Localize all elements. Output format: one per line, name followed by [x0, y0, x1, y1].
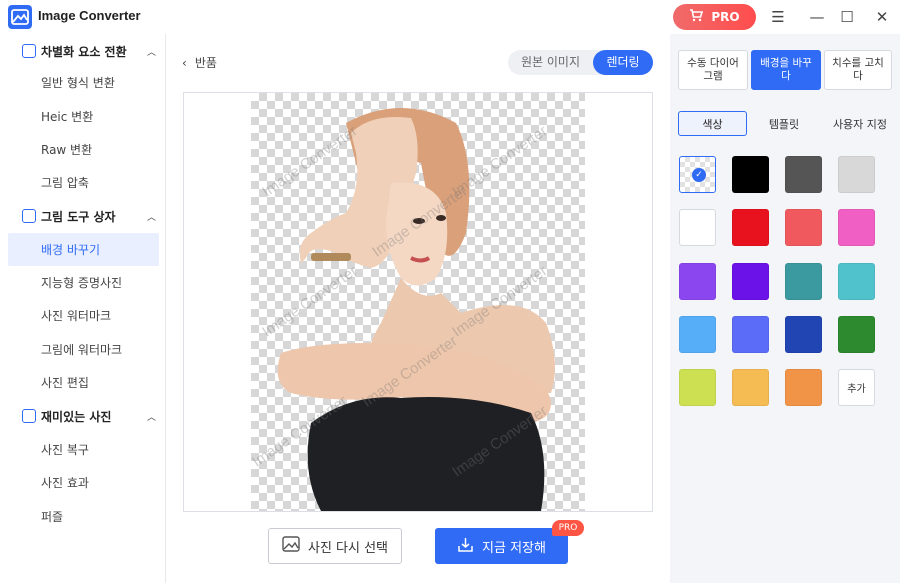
- sidebar-item-puzzle[interactable]: 퍼즐: [8, 500, 159, 533]
- sidebar-item-photo-effect[interactable]: 사진 효과: [8, 466, 159, 499]
- color-swatch[interactable]: [785, 369, 822, 406]
- sidebar-item-raw[interactable]: Raw 변환: [8, 133, 159, 166]
- mode-fix-size[interactable]: 치수를 고치다: [824, 50, 892, 90]
- view-toggle: 원본 이미지 렌더링: [508, 50, 653, 75]
- sidebar-section-convert[interactable]: 차별화 요소 전환 ︿: [0, 36, 166, 66]
- add-color-button[interactable]: 추가: [838, 369, 875, 406]
- color-swatch[interactable]: [838, 209, 875, 246]
- pro-badge: PRO: [552, 520, 584, 536]
- main-area: ‹ 반품 원본 이미지 렌더링 Image Converter Image Co…: [166, 34, 670, 583]
- color-swatch[interactable]: [732, 369, 769, 406]
- chevron-up-icon: ︿: [147, 412, 157, 423]
- reselect-label: 사진 다시 선택: [307, 540, 389, 556]
- color-swatch[interactable]: [732, 263, 769, 300]
- back-button[interactable]: ‹ 반품: [182, 54, 217, 71]
- preview-canvas[interactable]: Image Converter Image Converter Image Co…: [183, 92, 653, 512]
- color-swatch[interactable]: [679, 316, 716, 353]
- minimize-icon[interactable]: —: [807, 7, 827, 27]
- title-bar: Image Converter PRO ☰ — ☐ ✕: [0, 0, 900, 34]
- app-logo-icon: [8, 5, 32, 29]
- sidebar-item-compress[interactable]: 그림 압축: [8, 166, 159, 199]
- color-swatch[interactable]: [732, 156, 769, 193]
- close-icon[interactable]: ✕: [872, 7, 892, 27]
- sidebar-section-toolbox[interactable]: 그림 도구 상자 ︿: [0, 201, 166, 231]
- image-icon: [282, 536, 300, 556]
- background-options-panel: 수동 다이어그램 배경을 바꾸다 치수를 고치다 색상 템플릿 사용자 지정: [670, 34, 900, 583]
- cart-icon: [689, 9, 704, 25]
- sidebar: 차별화 요소 전환 ︿ 일반 형식 변환 Heic 변환 Raw 변환 그림 압…: [0, 34, 166, 583]
- sidebar-item-change-background[interactable]: 배경 바꾸기: [8, 233, 159, 266]
- sidebar-item-photo-restore[interactable]: 사진 복구: [8, 433, 159, 466]
- mode-manual-diagram[interactable]: 수동 다이어그램: [678, 50, 748, 90]
- save-label: 지금 저장해: [482, 540, 546, 556]
- color-swatch[interactable]: [679, 209, 716, 246]
- image-icon: [22, 409, 36, 423]
- sidebar-item-image-watermark[interactable]: 그림에 워터마크: [8, 333, 159, 366]
- color-swatch[interactable]: [785, 209, 822, 246]
- mode-change-background[interactable]: 배경을 바꾸다: [751, 50, 821, 90]
- save-now-button[interactable]: 지금 저장해: [435, 528, 568, 564]
- menu-icon[interactable]: ☰: [768, 7, 788, 27]
- toggle-original[interactable]: 원본 이미지: [508, 50, 593, 75]
- color-swatch[interactable]: [732, 209, 769, 246]
- pro-upgrade-button[interactable]: PRO: [673, 4, 756, 30]
- pro-label: PRO: [711, 10, 740, 24]
- tab-color[interactable]: 색상: [678, 111, 747, 136]
- color-swatch[interactable]: [838, 263, 875, 300]
- convert-icon: [22, 44, 36, 58]
- chevron-up-icon: ︿: [147, 212, 157, 223]
- reselect-photo-button[interactable]: 사진 다시 선택: [268, 528, 402, 564]
- tab-template[interactable]: 템플릿: [750, 111, 818, 136]
- toolbox-icon: [22, 209, 36, 223]
- back-label: 반품: [194, 56, 217, 70]
- checkmark-icon: ✓: [692, 168, 706, 182]
- color-swatch[interactable]: [785, 316, 822, 353]
- color-swatch[interactable]: ✓: [679, 156, 716, 193]
- section-title: 재미있는 사진: [41, 409, 112, 424]
- chevron-up-icon: ︿: [147, 47, 157, 58]
- app-window: Image Converter PRO ☰ — ☐ ✕ 차별화 요소 전환 ︿ …: [0, 0, 900, 583]
- section-title: 그림 도구 상자: [41, 209, 116, 224]
- tab-custom[interactable]: 사용자 지정: [822, 111, 898, 136]
- color-swatch[interactable]: [785, 156, 822, 193]
- sidebar-item-photo-edit[interactable]: 사진 편집: [8, 366, 159, 399]
- chevron-left-icon: ‹: [182, 55, 187, 70]
- color-swatch[interactable]: [679, 369, 716, 406]
- sidebar-item-general-convert[interactable]: 일반 형식 변환: [8, 66, 159, 99]
- color-swatch[interactable]: [679, 263, 716, 300]
- color-swatch[interactable]: [838, 156, 875, 193]
- app-title: Image Converter: [38, 8, 141, 23]
- sidebar-item-photo-watermark[interactable]: 사진 워터마크: [8, 299, 159, 332]
- section-title: 차별화 요소 전환: [41, 44, 127, 59]
- sidebar-section-fun[interactable]: 재미있는 사진 ︿: [0, 401, 166, 431]
- color-swatch[interactable]: [838, 316, 875, 353]
- toggle-rendered[interactable]: 렌더링: [593, 50, 653, 75]
- maximize-icon[interactable]: ☐: [837, 7, 857, 27]
- download-icon: [457, 536, 474, 557]
- color-swatch[interactable]: [785, 263, 822, 300]
- color-swatch[interactable]: [732, 316, 769, 353]
- sidebar-item-heic[interactable]: Heic 변환: [8, 100, 159, 133]
- sidebar-item-id-photo[interactable]: 지능형 증명사진: [8, 266, 159, 299]
